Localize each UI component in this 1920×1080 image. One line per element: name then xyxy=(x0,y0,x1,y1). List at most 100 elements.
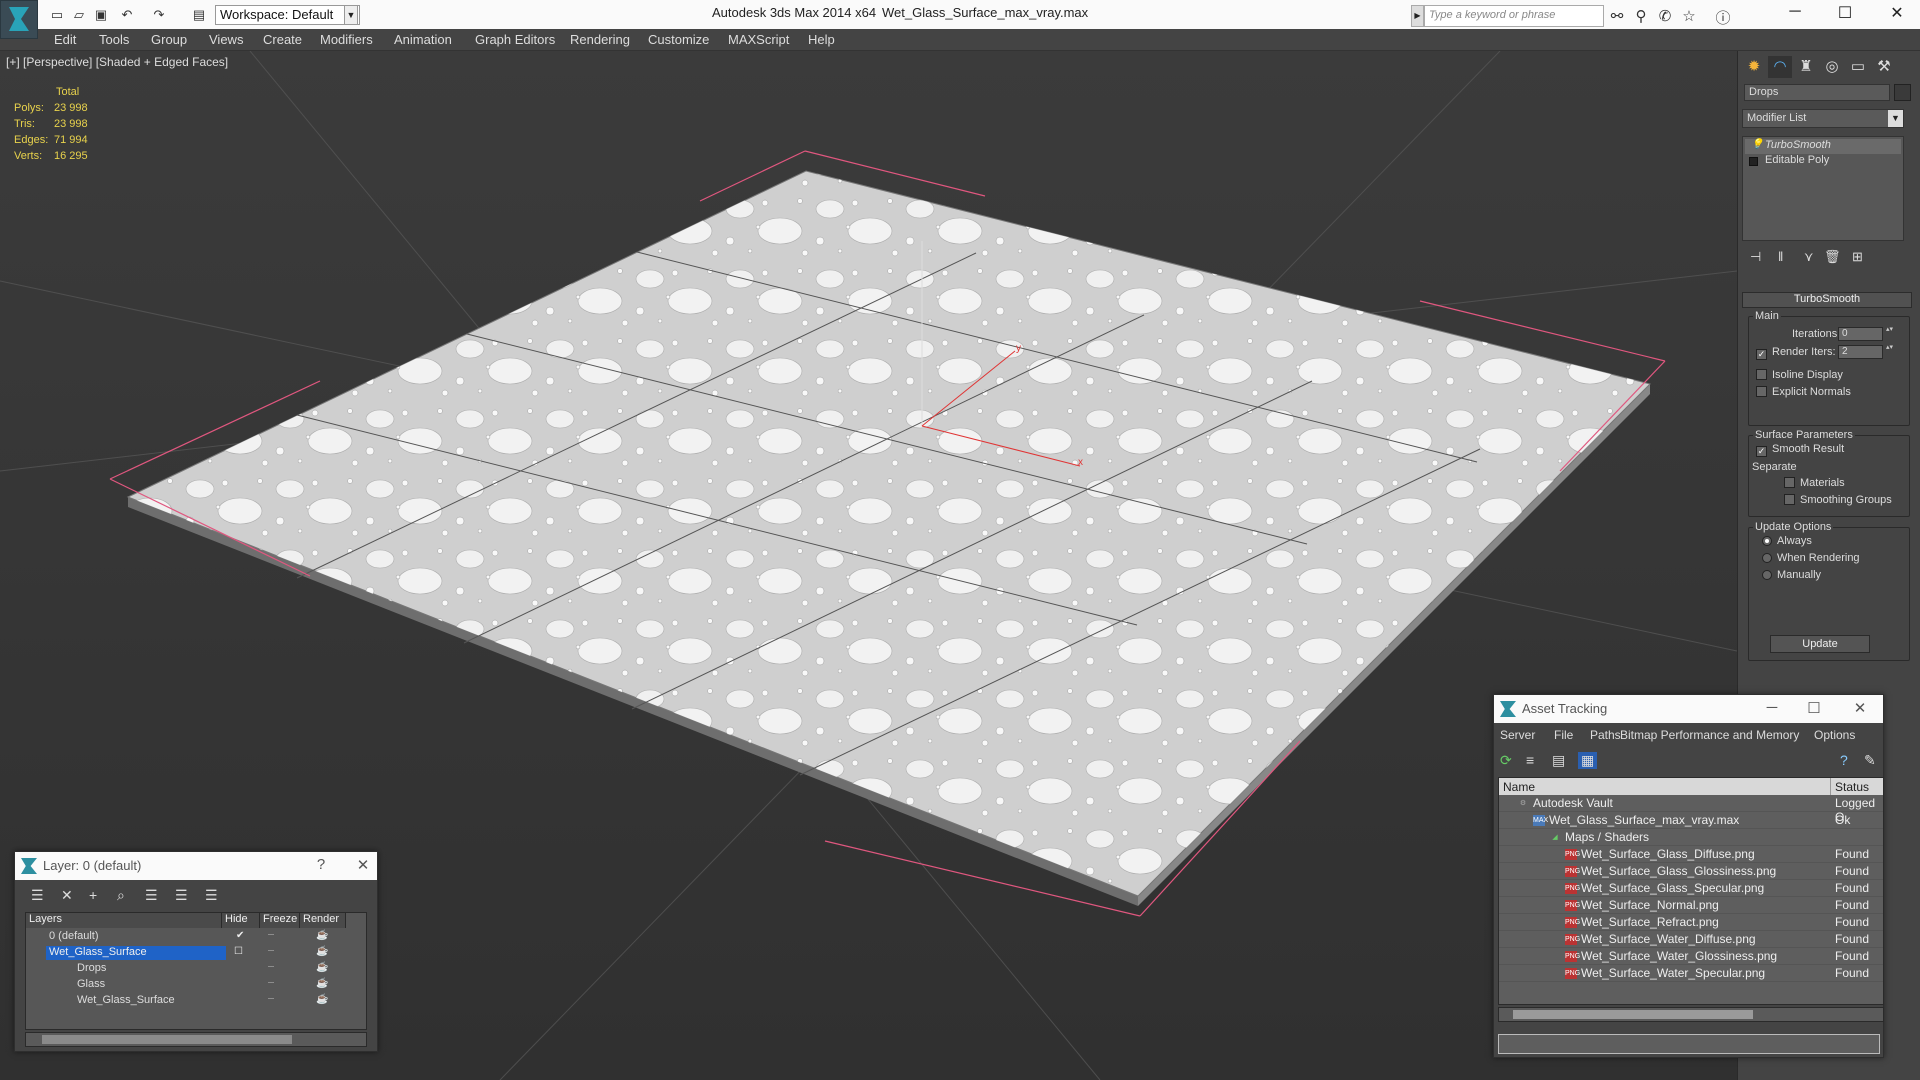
when-rendering-radio[interactable] xyxy=(1762,553,1772,563)
layer-row[interactable]: Wet_Glass_Surface ┄ ☕ xyxy=(26,993,366,1009)
delete-layer-icon[interactable]: ✕ xyxy=(61,887,73,904)
motion-tab-icon[interactable]: ◎ xyxy=(1820,56,1844,78)
modifier-list-dropdown[interactable]: Modifier List ▼ xyxy=(1742,109,1904,128)
menu-help[interactable]: Help xyxy=(808,32,835,47)
pin-stack-icon[interactable]: ⊣ xyxy=(1750,249,1761,265)
menu-group[interactable]: Group xyxy=(151,32,187,47)
object-name-field[interactable]: Drops xyxy=(1744,84,1890,101)
close-icon[interactable]: ✕ xyxy=(353,856,373,874)
manually-radio[interactable] xyxy=(1762,570,1772,580)
explicit-normals-checkbox[interactable] xyxy=(1756,386,1767,397)
hide-all-icon[interactable]: ☰ xyxy=(175,887,188,904)
teapot-icon[interactable]: ☕ xyxy=(316,994,328,1005)
asset-menu-options[interactable]: Options xyxy=(1814,728,1855,742)
layer-row[interactable]: Wet_Glass_Surface ☐ ┄ ☕ xyxy=(26,945,366,961)
asset-row[interactable]: ⚙ Autodesk Vault Logged O xyxy=(1499,795,1883,824)
asset-row[interactable]: PNG Wet_Surface_Glass_Glossiness.png Found xyxy=(1499,863,1883,880)
close-icon[interactable]: ✕ xyxy=(1882,3,1912,23)
viewport-label-menu[interactable]: [+] [Perspective] [Shaded + Edged Faces] xyxy=(6,55,228,69)
teapot-icon[interactable]: ☕ xyxy=(316,946,328,957)
menu-views[interactable]: Views xyxy=(209,32,243,47)
close-icon[interactable]: ✕ xyxy=(1850,699,1870,717)
teapot-icon[interactable]: ☕ xyxy=(316,962,328,973)
refresh-icon[interactable]: ⟳ xyxy=(1500,752,1512,769)
teapot-icon[interactable]: ☕ xyxy=(316,930,328,941)
asset-row[interactable]: PNG Wet_Surface_Glass_Diffuse.png Found xyxy=(1499,846,1883,863)
menu-rendering[interactable]: Rendering xyxy=(570,32,630,47)
detail-view-icon[interactable]: ▤ xyxy=(1552,752,1565,769)
workspace-dropdown[interactable]: Workspace: Default▼ xyxy=(215,5,360,25)
remove-modifier-icon[interactable]: 🗑 xyxy=(1824,249,1841,265)
hierarchy-tab-icon[interactable]: ♜ xyxy=(1794,56,1818,78)
object-color-swatch[interactable] xyxy=(1894,84,1911,101)
render-iters-checkbox[interactable]: ✓ xyxy=(1756,349,1767,360)
smoothing-groups-checkbox[interactable] xyxy=(1784,494,1795,505)
column-header-layers[interactable]: Layers xyxy=(26,913,222,928)
layer-horizontal-scrollbar[interactable] xyxy=(25,1032,367,1047)
asset-row[interactable]: PNG Wet_Surface_Glass_Specular.png Found xyxy=(1499,880,1883,897)
select-objects-icon[interactable]: ⌕ xyxy=(117,887,125,904)
show-end-result-icon[interactable]: ‖ xyxy=(1778,249,1783,264)
menu-graph-editors[interactable]: Graph Editors xyxy=(475,32,555,47)
freeze-dash[interactable]: ┄ xyxy=(268,930,274,941)
add-to-layer-icon[interactable]: + xyxy=(89,887,97,903)
update-button[interactable]: Update xyxy=(1770,635,1870,653)
smooth-result-checkbox[interactable]: ✓ xyxy=(1756,446,1767,457)
open-file-icon[interactable]: ▱ xyxy=(70,6,88,24)
asset-horizontal-scrollbar[interactable] xyxy=(1498,1007,1884,1022)
asset-menu-file[interactable]: File xyxy=(1554,728,1573,742)
layer-row[interactable]: 0 (default) ✔ ┄ ☕ xyxy=(26,929,366,945)
maximize-icon[interactable]: ☐ xyxy=(1804,699,1824,717)
menu-edit[interactable]: Edit xyxy=(54,32,76,47)
maximize-icon[interactable]: ☐ xyxy=(1830,3,1860,23)
iterations-spinner[interactable]: 0 xyxy=(1838,326,1894,341)
utilities-tab-icon[interactable]: ⚒ xyxy=(1872,56,1896,78)
stack-item-editable-poly[interactable]: Editable Poly xyxy=(1745,154,1901,169)
menu-create[interactable]: Create xyxy=(263,32,302,47)
minimize-icon[interactable]: ─ xyxy=(1780,3,1810,21)
help-icon[interactable]: ? xyxy=(1840,752,1848,768)
asset-menu-paths[interactable]: Paths xyxy=(1590,728,1621,742)
asset-row[interactable]: ◢ Maps / Shaders xyxy=(1499,829,1883,846)
layer-row[interactable]: Drops ┄ ☕ xyxy=(26,961,366,977)
turbosmooth-rollout-header[interactable]: TurboSmooth xyxy=(1742,292,1912,308)
scrollbar-thumb[interactable] xyxy=(1513,1010,1753,1019)
column-header-hide[interactable]: Hide xyxy=(222,913,260,928)
workspace-options-icon[interactable]: ▼ xyxy=(344,5,358,25)
configure-sets-icon[interactable]: ⊞ xyxy=(1852,249,1863,265)
app-menu-button[interactable] xyxy=(0,0,38,39)
new-file-icon[interactable]: ▭ xyxy=(48,6,66,24)
scrollbar-thumb[interactable] xyxy=(42,1035,292,1044)
minimize-icon[interactable]: ─ xyxy=(1762,699,1782,716)
create-tab-icon[interactable]: ✹ xyxy=(1742,56,1766,78)
asset-menu-server[interactable]: Server xyxy=(1500,728,1535,742)
help-icon[interactable]: ⓘ xyxy=(1714,7,1732,28)
asset-row[interactable]: PNG Wet_Surface_Water_Specular.png Found xyxy=(1499,965,1883,982)
subscription-icon[interactable]: ⚲ xyxy=(1632,7,1650,25)
render-iters-spinner[interactable]: 2 xyxy=(1838,344,1894,359)
freeze-dash[interactable]: ┄ xyxy=(268,962,274,973)
freeze-dash[interactable]: ┄ xyxy=(268,978,274,989)
menu-modifiers[interactable]: Modifiers xyxy=(320,32,373,47)
binoculars-icon[interactable]: ⚯ xyxy=(1608,7,1626,25)
asset-row[interactable]: MAX Wet_Glass_Surface_max_vray.max Ok xyxy=(1499,812,1883,829)
save-file-icon[interactable]: ▣ xyxy=(92,6,110,24)
favorites-star-icon[interactable]: ☆ xyxy=(1680,7,1698,25)
table-view-icon[interactable]: ▦ xyxy=(1578,752,1598,769)
current-layer-box-icon[interactable]: ☐ xyxy=(234,946,243,957)
asset-row[interactable]: PNG Wet_Surface_Normal.png Found xyxy=(1499,897,1883,914)
menu-maxscript[interactable]: MAXScript xyxy=(728,32,789,47)
freeze-dash[interactable]: ┄ xyxy=(268,994,274,1005)
asset-row[interactable]: PNG Wet_Surface_Water_Glossiness.png Found xyxy=(1499,948,1883,965)
menu-animation[interactable]: Animation xyxy=(394,32,452,47)
always-radio[interactable] xyxy=(1762,536,1772,546)
menu-customize[interactable]: Customize xyxy=(648,32,709,47)
list-view-icon[interactable]: ≡ xyxy=(1526,752,1534,768)
bulb-icon[interactable]: 💡 xyxy=(1751,139,1763,150)
search-expand-icon[interactable]: ▶ xyxy=(1411,5,1424,27)
communication-center-icon[interactable]: ✆ xyxy=(1656,7,1674,25)
asset-menu-bitmap[interactable]: Bitmap Performance and Memory xyxy=(1620,728,1799,742)
asset-row[interactable]: PNG Wet_Surface_Refract.png Found xyxy=(1499,914,1883,931)
stack-item-turbosmooth[interactable]: 💡 TurboSmooth xyxy=(1745,139,1901,154)
display-tab-icon[interactable]: ▭ xyxy=(1846,56,1870,78)
